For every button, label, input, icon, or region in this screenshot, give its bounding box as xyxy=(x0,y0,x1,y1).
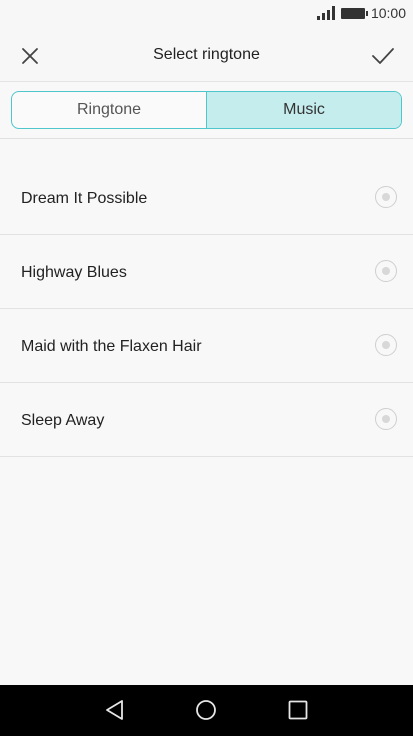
radio-icon[interactable] xyxy=(375,260,397,282)
song-title: Highway Blues xyxy=(21,264,127,281)
radio-icon[interactable] xyxy=(375,186,397,208)
status-bar: 10:00 xyxy=(0,0,413,28)
tab-ringtone[interactable]: Ringtone xyxy=(12,92,206,128)
check-icon xyxy=(372,48,394,64)
song-title: Sleep Away xyxy=(21,412,105,429)
radio-icon[interactable] xyxy=(375,408,397,430)
back-icon[interactable] xyxy=(103,698,127,722)
list-item[interactable]: Highway Blues xyxy=(0,235,413,309)
confirm-button[interactable] xyxy=(367,40,399,72)
song-list: Dream It Possible Highway Blues Maid wit… xyxy=(0,161,413,457)
recents-icon[interactable] xyxy=(286,698,310,722)
home-icon[interactable] xyxy=(194,698,218,722)
song-title: Dream It Possible xyxy=(21,190,148,207)
status-icons: 10:00 xyxy=(316,5,406,21)
list-item[interactable]: Dream It Possible xyxy=(0,161,413,235)
song-title: Maid with the Flaxen Hair xyxy=(21,338,202,355)
signal-icon xyxy=(316,6,335,20)
navigation-bar xyxy=(0,685,413,736)
list-item[interactable]: Maid with the Flaxen Hair xyxy=(0,309,413,383)
status-time: 10:00 xyxy=(370,5,406,21)
tab-music-label: Music xyxy=(283,101,325,118)
divider xyxy=(0,138,413,139)
page-title: Select ringtone xyxy=(153,46,260,63)
tab-ringtone-label: Ringtone xyxy=(76,101,142,118)
list-item[interactable]: Sleep Away xyxy=(0,383,413,457)
battery-icon xyxy=(340,7,368,19)
tab-switcher: Ringtone Music xyxy=(11,91,402,129)
title-bar: Select ringtone xyxy=(0,28,413,82)
tab-music[interactable]: Music xyxy=(206,92,401,128)
radio-icon[interactable] xyxy=(375,334,397,356)
